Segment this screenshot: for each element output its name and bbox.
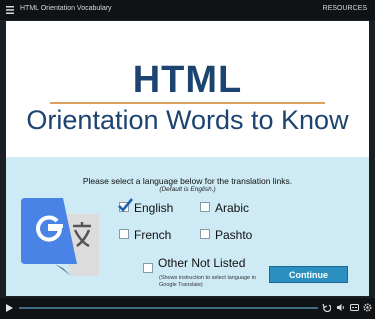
option-label: Pashto: [215, 228, 253, 242]
rewind-icon[interactable]: [322, 303, 331, 312]
option-label: Other Not Listed: [158, 256, 246, 270]
slide-title: HTML: [132, 59, 243, 101]
title-divider: [50, 102, 325, 104]
checkmark-icon: [118, 198, 133, 212]
menu-icon[interactable]: [6, 6, 14, 14]
continue-button[interactable]: Continue: [269, 266, 348, 283]
other-note: (Shows instruction to select language in…: [159, 275, 256, 288]
other-checkbox[interactable]: [143, 263, 153, 273]
title-bar: HTML Orientation Vocabulary RESOURCES: [0, 0, 375, 20]
pashto-checkbox[interactable]: [200, 229, 210, 239]
arabic-checkbox[interactable]: [200, 202, 210, 212]
volume-icon[interactable]: [336, 303, 345, 312]
google-translate-icon: [21, 198, 99, 276]
instruction-text: Please select a language below for the t…: [82, 176, 293, 186]
language-panel: Please select a language below for the t…: [6, 157, 369, 296]
option-label: English: [134, 201, 174, 215]
option-label: Arabic: [215, 201, 250, 215]
play-icon[interactable]: [6, 304, 13, 312]
french-checkbox[interactable]: [119, 229, 129, 239]
captions-icon[interactable]: [350, 303, 359, 312]
option-label: French: [134, 228, 172, 242]
default-note: (Default is English.): [159, 186, 216, 193]
seek-bar[interactable]: [19, 307, 318, 309]
course-title: HTML Orientation Vocabulary: [20, 5, 112, 12]
settings-icon[interactable]: [363, 303, 372, 312]
slide: HTML Orientation Words to Know Please se…: [6, 21, 369, 296]
player-controls: [0, 298, 375, 319]
slide-subtitle: Orientation Words to Know: [26, 105, 349, 135]
resources-link[interactable]: RESOURCES: [323, 5, 367, 12]
